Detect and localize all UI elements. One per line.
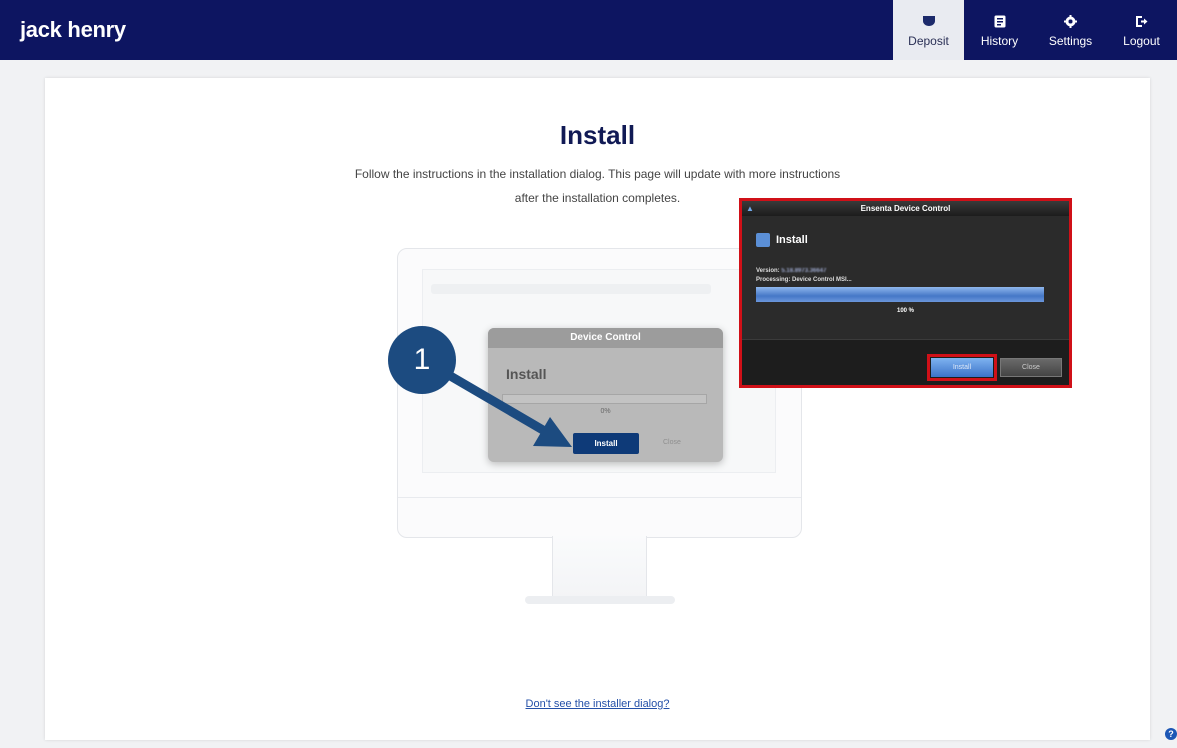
installer-help-link[interactable]: Don't see the installer dialog? <box>45 698 1150 710</box>
nav-deposit-label: Deposit <box>908 34 949 48</box>
illustration-dialog-title: Device Control <box>488 328 723 348</box>
install-card: Install Follow the instructions in the i… <box>45 78 1150 740</box>
illustration-dialog-heading: Install <box>506 366 547 382</box>
installer-close-button[interactable]: Close <box>1000 358 1062 377</box>
installer-dialog-title: Ensenta Device Control <box>860 204 951 213</box>
illustration-progress-bar <box>502 394 707 404</box>
gear-icon <box>1064 12 1077 30</box>
installer-dialog-titlebar: ▲ Ensenta Device Control <box>742 201 1069 216</box>
monitor-chin <box>398 497 801 498</box>
nav-history-label: History <box>980 34 1019 48</box>
nav-logout-label: Logout <box>1123 34 1160 48</box>
nav-deposit[interactable]: Deposit <box>893 0 964 60</box>
jack-henry-logo[interactable]: jack henry <box>20 17 126 43</box>
nav-history[interactable]: History <box>964 0 1035 60</box>
help-icon[interactable]: ? <box>1165 728 1177 740</box>
nav-settings-label: Settings <box>1048 34 1093 48</box>
monitor-stand-base <box>525 596 675 604</box>
illustration-dialog: Device Control Install 0% Install Close <box>488 328 723 462</box>
illustration-close-button: Close <box>663 439 681 446</box>
installer-version-value: 5.18.8973.36647 <box>781 268 827 274</box>
installer-processing-text: Processing: Device Control MSI... <box>756 277 852 283</box>
app-icon: ▲ <box>746 204 754 213</box>
nav-logout[interactable]: Logout <box>1106 0 1177 60</box>
installer-progress-bar <box>756 287 1044 302</box>
deposit-icon <box>922 12 936 30</box>
page-title: Install <box>559 120 636 150</box>
history-icon <box>994 12 1006 30</box>
illustration-install-button: Install <box>573 433 639 454</box>
main-nav: Deposit History Settings Logout <box>893 0 1177 60</box>
nav-settings[interactable]: Settings <box>1035 0 1106 60</box>
installer-dialog-heading: Install <box>756 233 808 247</box>
step-number-badge: 1 <box>388 326 456 394</box>
installer-install-button[interactable]: Install <box>931 358 993 377</box>
installer-progress-text: 100 % <box>896 308 914 314</box>
installer-icon <box>756 233 770 247</box>
installer-version-label: Version: <box>756 268 780 274</box>
top-nav-bar: jack henry Deposit History Settings Logo… <box>0 0 1177 60</box>
installer-version: Version: 5.18.8973.36647 <box>756 268 826 274</box>
browser-bar <box>431 284 711 294</box>
illustration-progress-text: 0% <box>600 408 611 415</box>
logout-icon <box>1135 12 1148 30</box>
installer-heading-text: Install <box>776 234 808 246</box>
monitor-stand <box>552 536 647 598</box>
